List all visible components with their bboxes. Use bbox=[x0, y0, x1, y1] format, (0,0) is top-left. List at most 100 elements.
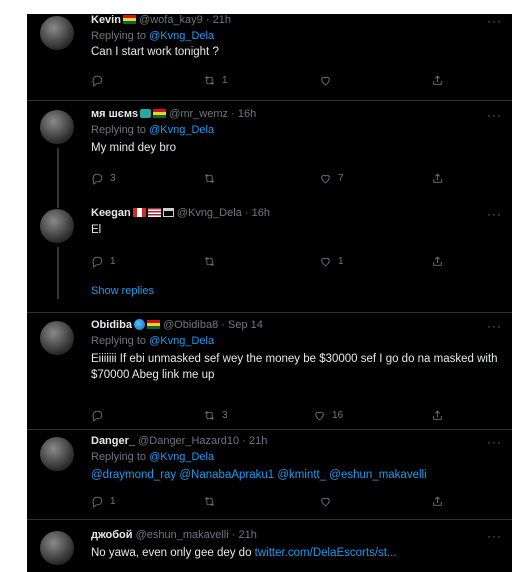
author-handle[interactable]: @eshun_makavelli bbox=[136, 529, 229, 541]
author-name[interactable]: джобой bbox=[91, 529, 133, 541]
more-icon[interactable]: ··· bbox=[487, 529, 502, 543]
replying-label: Replying to bbox=[91, 124, 147, 136]
tweet-actions: 3 7 bbox=[91, 172, 451, 186]
author-handle[interactable]: @Obidiba8 bbox=[163, 319, 218, 331]
like-button[interactable]: 1 bbox=[319, 255, 344, 268]
tweet-header: джобой @eshun_makavelli · 21h bbox=[91, 529, 257, 541]
author-handle[interactable]: @Danger_Hazard10 bbox=[138, 435, 239, 447]
tweet-text: Eiiiiiii If ebi unmasked sef wey the mon… bbox=[91, 353, 498, 381]
tweet-time[interactable]: 21h bbox=[249, 435, 267, 447]
retweet-button[interactable] bbox=[203, 495, 222, 508]
mention-link[interactable]: @Kvng_Dela bbox=[149, 335, 214, 347]
separator-dot: · bbox=[231, 529, 236, 541]
tweet-danger[interactable]: Danger_ @Danger_Hazard10 · 21h ··· Reply… bbox=[27, 435, 512, 525]
reply-button[interactable]: 3 bbox=[91, 172, 116, 185]
avatar[interactable] bbox=[40, 110, 74, 144]
retweet-button[interactable]: 3 bbox=[203, 409, 228, 422]
tweet-mr-wemz[interactable]: мя шємs @mr_wemz · 16h ··· Replying to @… bbox=[27, 108, 512, 208]
author-handle[interactable]: @mr_wemz bbox=[169, 108, 228, 120]
show-replies-link[interactable]: Show replies bbox=[91, 285, 154, 297]
us-flag-icon bbox=[147, 208, 161, 217]
tweet-header: Danger_ @Danger_Hazard10 · 21h bbox=[91, 435, 267, 447]
tweet-kevin[interactable]: Kevin @wofa_kay9 · 21h ··· Replying to @… bbox=[27, 14, 512, 104]
avatar[interactable] bbox=[40, 209, 74, 243]
avatar[interactable] bbox=[40, 531, 74, 565]
share-button[interactable] bbox=[431, 255, 444, 268]
more-icon[interactable]: ··· bbox=[487, 435, 502, 449]
tweet-actions: 1 1 bbox=[91, 255, 451, 269]
ghana-flag-icon bbox=[122, 15, 136, 24]
share-button[interactable] bbox=[431, 409, 444, 422]
share-icon bbox=[433, 496, 442, 506]
avatar[interactable] bbox=[40, 16, 74, 50]
tweet-obidiba[interactable]: Obidiba @Obidiba8 · Sep 14 ··· Replying … bbox=[27, 319, 512, 429]
replying-label: Replying to bbox=[91, 30, 147, 42]
retweet-icon bbox=[204, 411, 215, 420]
author-name[interactable]: Danger_ bbox=[91, 435, 135, 447]
reply-icon bbox=[92, 256, 103, 268]
share-icon bbox=[433, 256, 442, 266]
mention-link[interactable]: @Kvng_Dela bbox=[149, 30, 214, 42]
tweet-time[interactable]: 16h bbox=[238, 108, 256, 120]
retweet-count: 3 bbox=[222, 410, 228, 421]
tweet-time[interactable]: 16h bbox=[252, 207, 270, 219]
author-name[interactable]: мя шємs bbox=[91, 108, 138, 120]
reply-icon bbox=[92, 75, 103, 87]
author-handle[interactable]: @wofa_kay9 bbox=[139, 14, 203, 26]
like-button[interactable]: 16 bbox=[313, 409, 343, 422]
avatar[interactable] bbox=[40, 437, 74, 471]
retweet-icon bbox=[204, 174, 215, 183]
retweet-button[interactable] bbox=[203, 172, 222, 185]
replying-label: Replying to bbox=[91, 451, 147, 463]
tweet-text-body: No yawa, even only gee dey do bbox=[91, 547, 255, 559]
share-icon bbox=[433, 410, 442, 420]
retweet-button[interactable]: 1 bbox=[203, 74, 228, 87]
share-icon bbox=[433, 75, 442, 85]
author-handle[interactable]: @Kvng_Dela bbox=[177, 207, 242, 219]
separator-dot: · bbox=[221, 319, 225, 331]
like-button[interactable]: 7 bbox=[319, 172, 344, 185]
tweet-header: мя шємs @mr_wemz · 16h bbox=[91, 108, 256, 120]
tweet-eshun[interactable]: джобой @eshun_makavelli · 21h ··· No yaw… bbox=[27, 529, 512, 572]
retweet-button[interactable] bbox=[203, 255, 222, 268]
tweet-time[interactable]: 21h bbox=[213, 14, 231, 26]
share-button[interactable] bbox=[431, 495, 444, 508]
tweet-link[interactable]: twitter.com/DelaEscorts/st... bbox=[255, 547, 397, 559]
reply-button[interactable] bbox=[91, 409, 110, 422]
mention-link[interactable]: @Kvng_Dela bbox=[149, 124, 214, 136]
author-name[interactable]: Keegan bbox=[91, 207, 131, 219]
tweet-time[interactable]: 21h bbox=[238, 529, 256, 541]
like-button[interactable] bbox=[319, 495, 338, 508]
share-button[interactable] bbox=[431, 74, 444, 87]
mention-link[interactable]: @Kvng_Dela bbox=[149, 451, 214, 463]
heart-icon bbox=[321, 174, 330, 184]
share-button[interactable] bbox=[431, 172, 444, 185]
retweet-icon bbox=[204, 76, 215, 85]
tweet-header: Obidiba @Obidiba8 · Sep 14 bbox=[91, 319, 263, 331]
like-button[interactable] bbox=[319, 74, 338, 87]
tweet-keegan[interactable]: Keegan @Kvng_Dela · 16h ··· El 1 1 Show … bbox=[27, 207, 512, 307]
like-count: 1 bbox=[338, 256, 344, 267]
ghana-flag-icon bbox=[153, 109, 167, 118]
more-icon[interactable]: ··· bbox=[487, 108, 502, 122]
author-name[interactable]: Obidiba bbox=[91, 319, 132, 331]
more-icon[interactable]: ··· bbox=[487, 319, 502, 333]
like-count: 16 bbox=[332, 410, 344, 421]
reply-button[interactable]: 1 bbox=[91, 255, 116, 268]
reply-count: 1 bbox=[110, 496, 116, 507]
more-icon[interactable]: ··· bbox=[487, 14, 502, 28]
mention-list[interactable]: @draymond_ray @NanabaApraku1 @kmintt_ @e… bbox=[91, 469, 427, 481]
more-icon[interactable]: ··· bbox=[487, 207, 502, 221]
tweet-feed: Kevin @wofa_kay9 · 21h ··· Replying to @… bbox=[27, 14, 512, 572]
replying-to: Replying to @Kvng_Dela bbox=[91, 335, 214, 347]
ghana-flag-icon bbox=[146, 320, 160, 329]
avatar[interactable] bbox=[40, 321, 74, 355]
thread-line bbox=[57, 148, 59, 208]
tweet-mentions: @draymond_ray @NanabaApraku1 @kmintt_ @e… bbox=[91, 467, 506, 483]
author-name[interactable]: Kevin bbox=[91, 14, 121, 26]
separator-dot: · bbox=[242, 435, 246, 447]
tweet-time[interactable]: Sep 14 bbox=[228, 319, 263, 331]
tweet-header: Kevin @wofa_kay9 · 21h bbox=[91, 14, 231, 26]
reply-button[interactable]: 1 bbox=[91, 495, 116, 508]
reply-button[interactable] bbox=[91, 74, 110, 87]
